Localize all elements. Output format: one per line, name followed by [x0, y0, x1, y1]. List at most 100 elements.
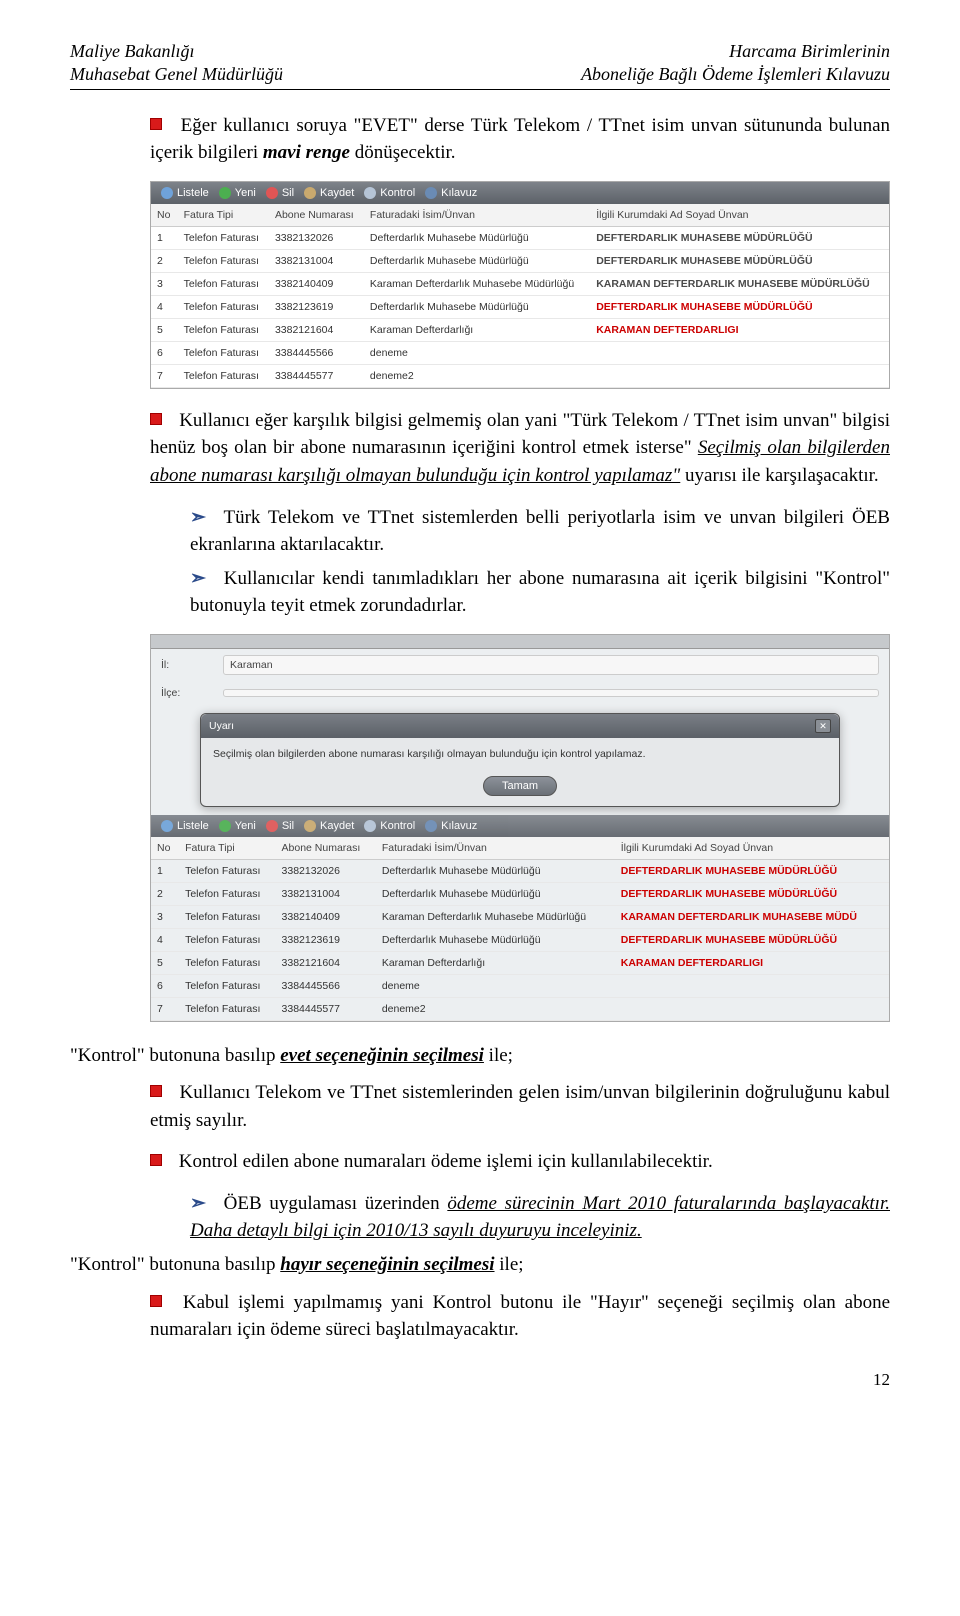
check-icon — [364, 820, 376, 832]
grid1-row[interactable]: 3Telefon Faturası3382140409Karaman Defte… — [151, 272, 889, 295]
grid2-cell-abone: 3384445577 — [276, 997, 376, 1020]
grid2-cell-no: 4 — [151, 928, 179, 951]
grid2-cell-abone: 3382140409 — [276, 905, 376, 928]
listele-button[interactable]: Listele — [161, 820, 209, 832]
grid2-h-abone: Abone Numarası — [276, 837, 376, 860]
bullet-paragraph-1: Eğer kullanıcı soruya "EVET" derse Türk … — [150, 112, 890, 167]
header-right-line2: Aboneliğe Bağlı Ödeme İşlemleri Kılavuzu — [581, 63, 890, 86]
dialog-overlay: Uyarı ✕ Seçilmiş olan bilgilerden abone … — [151, 705, 889, 815]
grid1-cell-fatura: Telefon Faturası — [178, 295, 269, 318]
grid2-cell-no: 5 — [151, 951, 179, 974]
grid1-cell-no: 2 — [151, 249, 178, 272]
warning-dialog: Uyarı ✕ Seçilmiş olan bilgilerden abone … — [200, 713, 840, 807]
grid2-row[interactable]: 7Telefon Faturası3384445577deneme2 — [151, 997, 889, 1020]
grid2-cell-ilgili: DEFTERDARLIK MUHASEBE MÜDÜRLÜĞÜ — [615, 859, 889, 882]
yeni-button[interactable]: Yeni — [219, 187, 256, 199]
arrow-icon: ➣ — [190, 1190, 206, 1218]
header-left-line1: Maliye Bakanlığı — [70, 40, 283, 63]
grid1-cell-abone: 3382131004 — [269, 249, 364, 272]
grid1-cell-ilgili: KARAMAN DEFTERDARLIK MUHASEBE MÜDÜRLÜĞÜ — [590, 272, 889, 295]
grid2-cell-abone: 3382123619 — [276, 928, 376, 951]
hayir-post: ile; — [499, 1254, 523, 1275]
grid1-cell-abone: 3382140409 — [269, 272, 364, 295]
il-label: İl: — [161, 659, 201, 671]
evet-em: evet seçeneğinin seçilmesi — [280, 1045, 484, 1066]
grid1-cell-ilgili — [590, 364, 889, 387]
grid1-cell-fatura: Telefon Faturası — [178, 318, 269, 341]
sub-bullet-2: ➣ Kullanıcılar kendi tanımladıkları her … — [190, 565, 890, 620]
grid1-cell-abone: 3382123619 — [269, 295, 364, 318]
grid1-row[interactable]: 2Telefon Faturası3382131004Defterdarlık … — [151, 249, 889, 272]
grid2-cell-fatura: Telefon Faturası — [179, 974, 275, 997]
kontrol-button[interactable]: Kontrol — [364, 820, 415, 832]
red-square-bullet-icon — [150, 1085, 162, 1097]
grid1-row[interactable]: 6Telefon Faturası3384445566deneme — [151, 341, 889, 364]
sil-button[interactable]: Sil — [266, 820, 294, 832]
grid1-h-fatura: Fatura Tipi — [178, 204, 269, 227]
sub2-text: Kullanıcılar kendi tanımladıkları her ab… — [190, 568, 890, 617]
ilce-label: İlçe: — [161, 687, 201, 699]
grid2-cell-fatura: Telefon Faturası — [179, 997, 275, 1020]
grid2-cell-isim: Karaman Defterdarlığı — [376, 951, 615, 974]
grid2-row[interactable]: 6Telefon Faturası3384445566deneme — [151, 974, 889, 997]
yeni-button[interactable]: Yeni — [219, 820, 256, 832]
header-left-line2: Muhasebat Genel Müdürlüğü — [70, 63, 283, 86]
grid2-cell-fatura: Telefon Faturası — [179, 859, 275, 882]
il-value[interactable]: Karaman — [223, 655, 879, 675]
kontrol-button[interactable]: Kontrol — [364, 187, 415, 199]
red-square-bullet-icon — [150, 413, 162, 425]
kilavuz-button[interactable]: Kılavuz — [425, 820, 477, 832]
grid2-cell-fatura: Telefon Faturası — [179, 905, 275, 928]
grid1-cell-fatura: Telefon Faturası — [178, 272, 269, 295]
grid2-row[interactable]: 5Telefon Faturası3382121604Karaman Defte… — [151, 951, 889, 974]
ilce-value[interactable] — [223, 689, 879, 697]
grid2-cell-isim: Defterdarlık Muhasebe Müdürlüğü — [376, 928, 615, 951]
grid2-cell-ilgili — [615, 974, 889, 997]
grid1-row[interactable]: 4Telefon Faturası3382123619Defterdarlık … — [151, 295, 889, 318]
help-icon — [425, 187, 437, 199]
tamam-button[interactable]: Tamam — [483, 776, 557, 796]
para1-post: dönüşecektir. — [355, 142, 456, 163]
kaydet-button[interactable]: Kaydet — [304, 187, 354, 199]
save-icon — [304, 820, 316, 832]
grid2-cell-ilgili — [615, 997, 889, 1020]
evet-b2-text: Kontrol edilen abone numaraları ödeme iş… — [179, 1151, 713, 1172]
grid1-cell-abone: 3382121604 — [269, 318, 364, 341]
grid1-cell-ilgili: DEFTERDARLIK MUHASEBE MÜDÜRLÜĞÜ — [590, 249, 889, 272]
grid1-cell-no: 7 — [151, 364, 178, 387]
il-row: İl: Karaman — [151, 649, 889, 681]
save-icon — [304, 187, 316, 199]
close-icon[interactable]: ✕ — [815, 719, 831, 733]
grid2-row[interactable]: 3Telefon Faturası3382140409Karaman Defte… — [151, 905, 889, 928]
kilavuz-button[interactable]: Kılavuz — [425, 187, 477, 199]
topstrip — [151, 635, 889, 649]
evet-sub-bullet: ➣ ÖEB uygulaması üzerinden ödeme sürecin… — [190, 1190, 890, 1245]
grid1-cell-ilgili: DEFTERDARLIK MUHASEBE MÜDÜRLÜĞÜ — [590, 226, 889, 249]
grid2-row[interactable]: 1Telefon Faturası3382132026Defterdarlık … — [151, 859, 889, 882]
grid1-row[interactable]: 7Telefon Faturası3384445577deneme2 — [151, 364, 889, 387]
grid1-cell-no: 5 — [151, 318, 178, 341]
grid2-cell-no: 1 — [151, 859, 179, 882]
grid2-cell-fatura: Telefon Faturası — [179, 951, 275, 974]
help-icon — [425, 820, 437, 832]
sil-button[interactable]: Sil — [266, 187, 294, 199]
para1-pre: Eğer kullanıcı soruya "EVET" derse Türk … — [150, 115, 890, 164]
grid1-cell-fatura: Telefon Faturası — [178, 249, 269, 272]
grid1-cell-isim: Defterdarlık Muhasebe Müdürlüğü — [364, 226, 590, 249]
listele-button[interactable]: Listele — [161, 187, 209, 199]
grid1-row[interactable]: 5Telefon Faturası3382121604Karaman Defte… — [151, 318, 889, 341]
grid2-cell-isim: Defterdarlık Muhasebe Müdürlüğü — [376, 882, 615, 905]
grid1-row[interactable]: 1Telefon Faturası3382132026Defterdarlık … — [151, 226, 889, 249]
grid2-row[interactable]: 4Telefon Faturası3382123619Defterdarlık … — [151, 928, 889, 951]
kaydet-button[interactable]: Kaydet — [304, 820, 354, 832]
grid2-cell-ilgili: KARAMAN DEFTERDARLIK MUHASEBE MÜDÜ — [615, 905, 889, 928]
grid-table-2: No Fatura Tipi Abone Numarası Faturadaki… — [151, 837, 889, 1021]
grid1-h-no: No — [151, 204, 178, 227]
grid2-cell-no: 3 — [151, 905, 179, 928]
grid-table-1: No Fatura Tipi Abone Numarası Faturadaki… — [151, 204, 889, 388]
grid2-cell-isim: Karaman Defterdarlık Muhasebe Müdürlüğü — [376, 905, 615, 928]
page-header: Maliye Bakanlığı Muhasebat Genel Müdürlü… — [70, 40, 890, 90]
grid2-row[interactable]: 2Telefon Faturası3382131004Defterdarlık … — [151, 882, 889, 905]
hayir-pre: "Kontrol" butonuna basılıp — [70, 1254, 280, 1275]
grid1-cell-isim: deneme2 — [364, 364, 590, 387]
